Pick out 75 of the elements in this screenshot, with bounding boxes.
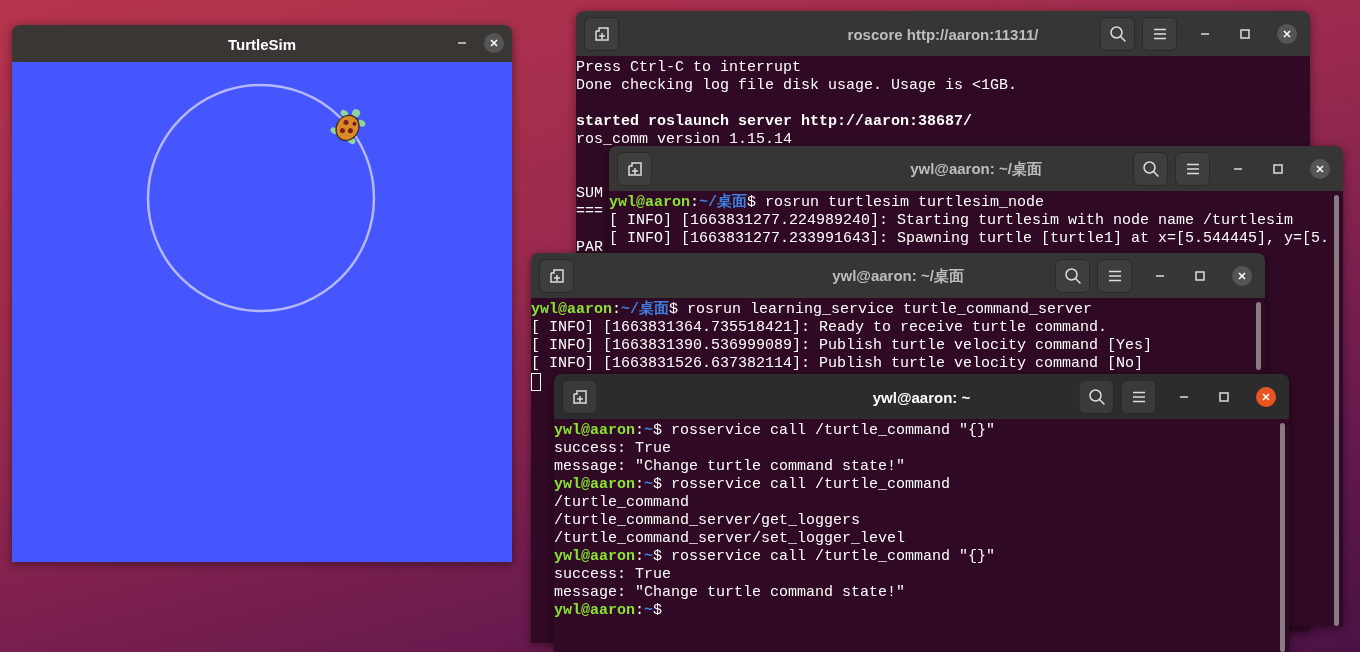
- maximize-icon: [1240, 29, 1250, 39]
- close-button[interactable]: [1277, 24, 1297, 44]
- search-button[interactable]: [1079, 380, 1114, 414]
- window-title: roscore http://aaron:11311/: [847, 25, 1039, 42]
- window-title: ywl@aaron: ~: [872, 388, 971, 405]
- terminal-line: PAR: [576, 239, 603, 257]
- search-icon: [1063, 267, 1082, 285]
- terminal-line: ros_comm version 1.15.14: [576, 131, 793, 149]
- terminal-line: /turtle_command_server/set_logger_level: [554, 530, 906, 548]
- menu-icon: [1152, 28, 1167, 40]
- new-tab-icon: [626, 161, 643, 177]
- terminal-line: /turtle_command: [554, 494, 690, 512]
- maximize-icon: [1273, 164, 1283, 174]
- terminal-line: [ INFO] [1663831364.735518421]: Ready to receive turtle command.: [531, 319, 1108, 337]
- window-title: TurtleSim: [227, 35, 297, 52]
- search-button[interactable]: [1055, 259, 1090, 293]
- window-title: ywl@aaron: ~/桌面: [832, 266, 964, 285]
- search-button[interactable]: [1133, 152, 1168, 186]
- terminal-line: [ INFO] [1663831390.536999089]: Publish turtle velocity command [Yes]: [531, 337, 1153, 355]
- menu-button[interactable]: [1097, 259, 1132, 293]
- close-icon: [489, 38, 499, 48]
- menu-icon: [1107, 270, 1122, 282]
- close-button[interactable]: [484, 33, 504, 53]
- new-tab-icon: [593, 26, 610, 42]
- new-tab-button[interactable]: [584, 17, 619, 51]
- minimize-icon: [1179, 396, 1189, 398]
- terminal-line: ywl@aaron:~$ rosservice call /turtle_command "{}": [554, 548, 996, 566]
- menu-icon: [1131, 391, 1146, 403]
- terminal-line: ywl@aaron:~$ rosservice call /turtle_command: [554, 476, 951, 494]
- new-tab-button[interactable]: [562, 380, 597, 414]
- menu-button[interactable]: [1175, 152, 1210, 186]
- search-button[interactable]: [1100, 17, 1135, 51]
- terminal-line: /turtle_command_server/get_loggers: [554, 512, 861, 530]
- terminal-line: message: "Change turtle command state!": [554, 458, 906, 476]
- terminal-line: SUM: [576, 185, 603, 203]
- new-tab-button[interactable]: [539, 259, 574, 293]
- terminal-line: started roslaunch server http://aaron:38687/: [576, 113, 973, 131]
- close-button[interactable]: [1256, 387, 1276, 407]
- terminal-line: Done checking log file disk usage. Usage is <1GB.: [576, 77, 1018, 95]
- maximize-icon: [1219, 392, 1229, 402]
- close-icon: [1282, 29, 1292, 39]
- turtle-drawing: [330, 109, 366, 144]
- terminal-line: ywl@aaron:~$: [554, 602, 663, 620]
- terminal-line: Press Ctrl-C to interrupt: [576, 59, 802, 77]
- close-icon: [1237, 271, 1247, 281]
- maximize-icon: [1195, 271, 1205, 281]
- new-tab-button[interactable]: [617, 152, 652, 186]
- terminal-line: ===: [576, 203, 603, 221]
- window-title: ywl@aaron: ~/桌面: [910, 159, 1042, 178]
- menu-button[interactable]: [1121, 380, 1156, 414]
- terminal-line: success: True: [554, 440, 672, 458]
- terminal-line: [ INFO] [1663831277.233991643]: Spawning turtle [turtle1] at x=[5.544445], y=[5.: [609, 230, 1330, 248]
- close-icon: [1315, 164, 1325, 174]
- menu-button[interactable]: [1142, 17, 1177, 51]
- terminal-line: ywl@aaron:~/桌面$ rosrun learning_service turtle_command_server: [531, 301, 1093, 319]
- minimize-icon: [1155, 275, 1165, 277]
- close-button[interactable]: [1310, 159, 1330, 179]
- terminal-line: [ INFO] [1663831277.224989240]: Starting turtlesim with node name /turtlesim: [609, 212, 1294, 230]
- close-button[interactable]: [1232, 266, 1252, 286]
- terminal-line: success: True: [554, 566, 672, 584]
- text-cursor: [531, 373, 541, 391]
- minimize-icon: [1233, 168, 1243, 170]
- menu-icon: [1185, 163, 1200, 175]
- search-icon: [1087, 388, 1106, 406]
- minimize-icon: [457, 42, 467, 44]
- search-icon: [1141, 160, 1160, 178]
- new-tab-icon: [548, 268, 565, 284]
- terminal-line: ywl@aaron:~/桌面$ rosrun turtlesim turtlesim_node: [609, 194, 1045, 212]
- search-icon: [1108, 25, 1127, 43]
- new-tab-icon: [571, 389, 588, 405]
- minimize-icon: [1200, 33, 1210, 35]
- terminal-line: ywl@aaron:~$ rosservice call /turtle_command "{}": [554, 422, 996, 440]
- close-icon: [1261, 392, 1271, 402]
- terminal-line: [ INFO] [1663831526.637382114]: Publish turtle velocity command [No]: [531, 355, 1144, 373]
- terminal-line: message: "Change turtle command state!": [554, 584, 906, 602]
